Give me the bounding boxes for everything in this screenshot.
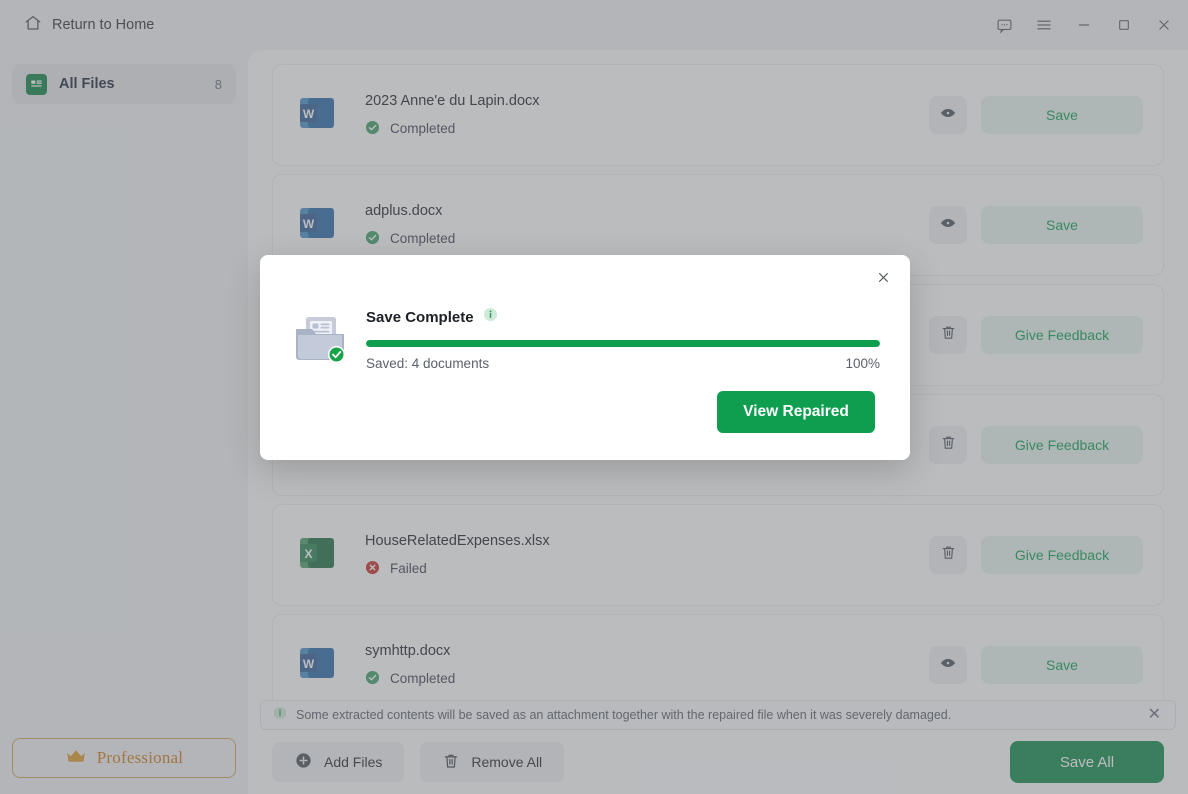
folder-saved-icon <box>292 313 348 370</box>
save-complete-dialog: Save Complete Saved: 4 documents 100% Vi… <box>260 255 910 460</box>
progress-bar <box>366 340 880 347</box>
close-icon <box>875 269 892 291</box>
progress-bar-fill <box>366 340 880 347</box>
dialog-actions: View Repaired <box>717 391 875 433</box>
dialog-close-button[interactable] <box>870 267 896 293</box>
progress-meta: Saved: 4 documents 100% <box>366 356 880 371</box>
dialog-title: Save Complete <box>366 309 474 326</box>
dialog-body: Save Complete Saved: 4 documents 100% <box>260 255 910 371</box>
progress-percent-label: 100% <box>845 356 880 371</box>
saved-count-label: Saved: 4 documents <box>366 356 489 371</box>
view-repaired-button[interactable]: View Repaired <box>717 391 875 433</box>
info-icon[interactable] <box>483 307 498 327</box>
dialog-title-row: Save Complete <box>366 307 880 327</box>
dialog-content: Save Complete Saved: 4 documents 100% <box>366 307 880 371</box>
